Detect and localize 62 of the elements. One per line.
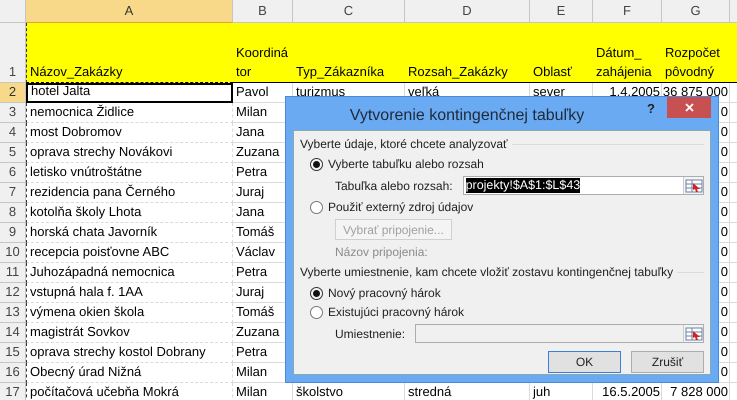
dialog-title: Vytvorenie kontingenčnej tabuľky (348, 106, 586, 126)
row-header[interactable]: 10 (0, 243, 26, 263)
range-picker-icon[interactable] (684, 178, 702, 194)
table-cell: letisko vnútroštátne (26, 163, 233, 183)
row-header[interactable]: 6 (0, 163, 26, 183)
dialog-button[interactable]: OK (548, 351, 621, 373)
column-header[interactable]: C (293, 0, 405, 23)
row-header[interactable]: 17 (0, 383, 26, 400)
table-cell: Juhozápadná nemocnica (26, 263, 233, 283)
row-header[interactable]: 11 (0, 263, 26, 283)
field-value: projekty!$A$1:$L$43 (466, 178, 580, 193)
header-cell: Dátum_ zahájenia (593, 23, 662, 83)
column-header[interactable]: D (405, 0, 530, 23)
header-cell: Koordiná tor (233, 23, 293, 83)
row-header[interactable]: 7 (0, 183, 26, 203)
table-cell: počítačová učebňa Mokrá (26, 383, 233, 400)
row-header[interactable]: 12 (0, 283, 26, 303)
header-cell: Oblasť (530, 23, 593, 83)
connection-name-label: Názov pripojenia: (334, 244, 429, 261)
table-cell: horská chata Javorník (26, 223, 233, 243)
table-cell[interactable]: hotel Jalta (26, 83, 233, 103)
table-cell: vstupná hala f. 1AA (26, 283, 233, 303)
row-header[interactable]: 1 (0, 23, 26, 83)
column-header[interactable]: G (662, 0, 730, 23)
table-cell: nemocnica Židlice (26, 103, 233, 123)
table-cell: most Dobromov (26, 123, 233, 143)
table-cell: výmena okien škola (26, 303, 233, 323)
table-cell: rezidencia pana Černého (26, 183, 233, 203)
table-cell: oprava strechy kostol Dobrany (26, 343, 233, 363)
radio-circle[interactable] (310, 286, 323, 300)
radio-circle[interactable] (310, 158, 323, 170)
row-header[interactable]: 16 (0, 363, 26, 383)
field-label: Umiestnenie: (335, 326, 406, 342)
table-cell: magistrát Sovkov (26, 323, 233, 343)
section-heading: Vyberte údaje, ktoré chcete analyzovať (300, 136, 508, 153)
header-cell: Rozpočet pôvodný (662, 23, 730, 83)
row-header[interactable]: 4 (0, 123, 26, 143)
close-button[interactable] (667, 97, 711, 118)
dialog-button[interactable]: Zrušiť (631, 351, 704, 373)
header-cell: Názov_Zakázky (26, 23, 233, 83)
header-cell: Typ_Zákazníka (293, 23, 405, 83)
row-header[interactable]: 15 (0, 343, 26, 363)
row-header[interactable]: 5 (0, 143, 26, 163)
table-cell: kotolňa školy Lhota (26, 203, 233, 223)
column-header[interactable]: A (26, 0, 233, 23)
row-header[interactable]: 3 (0, 103, 26, 123)
column-header[interactable]: B (233, 0, 293, 23)
field-label: Tabuľka alebo rozsah: (335, 178, 453, 194)
row-header[interactable]: 13 (0, 303, 26, 323)
row-header[interactable]: 14 (0, 323, 26, 343)
column-header[interactable]: E (530, 0, 593, 23)
table-cell: recepcia poisťovne ABC (26, 243, 233, 263)
header-cell (730, 23, 737, 83)
row-header[interactable]: 2 (0, 83, 26, 103)
close-icon (684, 103, 694, 112)
table-cell: Obecný úrad Nižná (26, 363, 233, 383)
row-header[interactable]: 8 (0, 203, 26, 223)
table-cell: oprava strechy Novákovi (26, 143, 233, 163)
column-header[interactable]: F (593, 0, 662, 23)
row-header[interactable]: 9 (0, 223, 26, 243)
range-input-field[interactable]: projekty!$A$1:$L$43 (462, 176, 704, 195)
header-cell: Rozsah_Zakázky (405, 23, 530, 83)
